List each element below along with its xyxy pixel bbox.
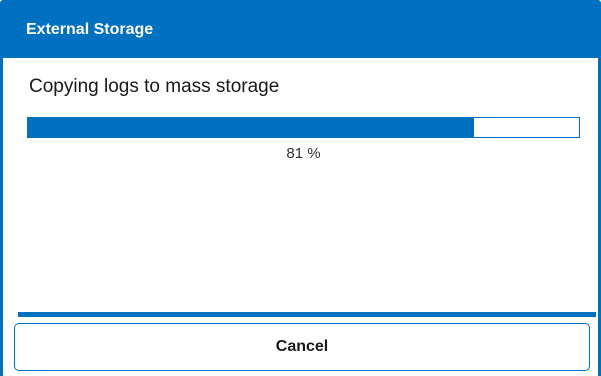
progress-bar bbox=[27, 117, 580, 138]
progress-percent-label: 81 % bbox=[286, 145, 321, 162]
external-storage-dialog: External Storage Copying logs to mass st… bbox=[0, 0, 601, 376]
dialog-left-border bbox=[0, 58, 3, 376]
dialog-title-bar: External Storage bbox=[0, 0, 601, 58]
cancel-button[interactable]: Cancel bbox=[14, 323, 590, 371]
dialog-title: External Storage bbox=[26, 21, 154, 38]
cancel-button-label: Cancel bbox=[275, 338, 329, 355]
status-message: Copying logs to mass storage bbox=[29, 76, 280, 97]
progress-bar-fill bbox=[28, 118, 475, 137]
footer-separator bbox=[18, 312, 596, 317]
